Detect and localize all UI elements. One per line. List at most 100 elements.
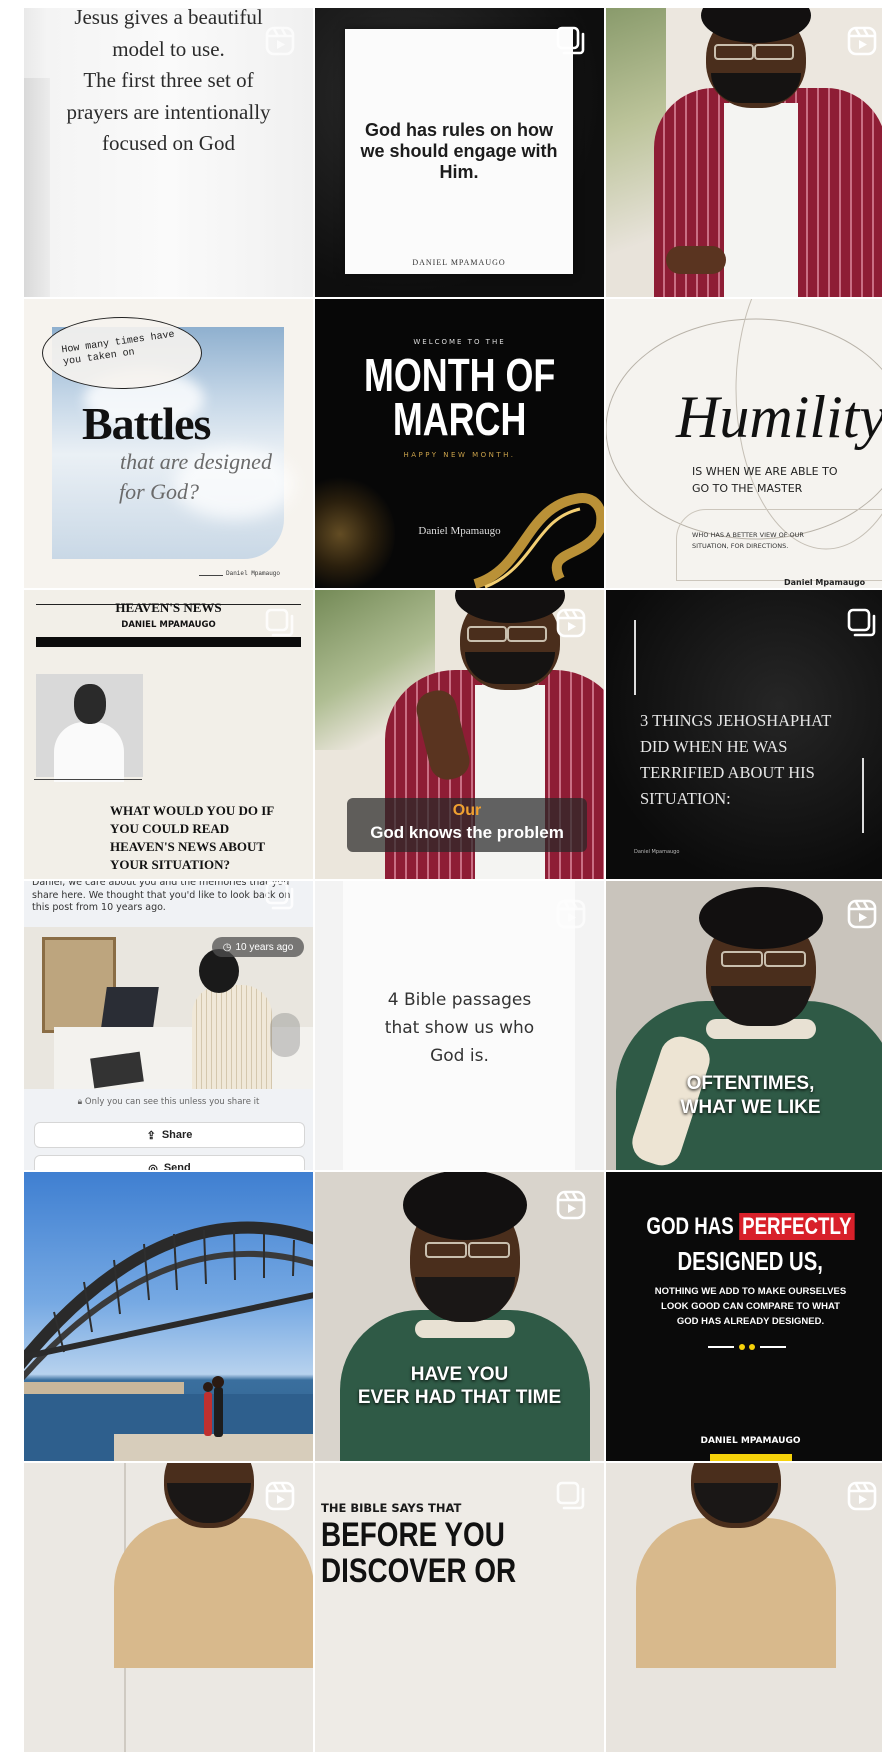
dot bbox=[749, 1344, 755, 1350]
post-tile-god-has-rules[interactable]: God has rules on how we should engage wi… bbox=[315, 8, 604, 297]
signature: Daniel Mpamaugo bbox=[226, 570, 281, 577]
share-button[interactable]: ⇪ Share bbox=[34, 1122, 305, 1148]
divider bbox=[760, 1346, 786, 1348]
caption-highlight: Our bbox=[452, 802, 482, 819]
post-tile-bible-passages[interactable]: 4 Bible passages that show us who God is… bbox=[315, 881, 604, 1170]
person-hair bbox=[403, 1172, 527, 1240]
post-tile-have-you[interactable]: HAVE YOU EVER HAD THAT TIME bbox=[315, 1172, 604, 1461]
carousel-icon bbox=[556, 1481, 586, 1511]
post-tile-month-of-march[interactable]: WELCOME TO THE MONTH OF MARCH HAPPY NEW … bbox=[315, 299, 604, 588]
subtitle: HAPPY NEW MONTH. bbox=[403, 451, 516, 459]
dot bbox=[739, 1344, 745, 1350]
glasses bbox=[764, 951, 806, 967]
post-tile-jehoshaphat[interactable]: 3 THINGS JEHOSHAPHAT DID WHEN HE WAS TER… bbox=[606, 590, 882, 879]
shirt bbox=[54, 722, 124, 782]
headline-battles: Battles bbox=[82, 398, 211, 449]
subline: for God? bbox=[119, 479, 200, 504]
person-back bbox=[192, 985, 272, 1089]
hand bbox=[666, 246, 726, 274]
lock-icon: 🔒︎ bbox=[77, 1097, 83, 1107]
memory-photo[interactable]: ◷ 10 years ago bbox=[24, 927, 313, 1089]
caption-text: WHAT WE LIKE bbox=[680, 1097, 821, 1118]
author-signature: DANIEL MPAMAUGO bbox=[412, 258, 506, 267]
body-text: NOTHING WE ADD TO MAKE OURSELVES LOOK GO… bbox=[654, 1286, 847, 1327]
reel-icon bbox=[847, 899, 877, 929]
privacy-note: 🔒︎ Only you can see this unless you shar… bbox=[77, 1097, 260, 1107]
post-tile-jesus-model[interactable]: Jesus gives a beautiful model to use. Th… bbox=[24, 8, 313, 297]
small-text: WHO HAS A BETTER VIEW OF OUR bbox=[692, 531, 804, 539]
post-text: 4 Bible passages that show us who God is… bbox=[384, 990, 535, 1066]
reel-icon bbox=[265, 26, 295, 56]
question: WHAT WOULD YOU DO IF YOU COULD READ HEAV… bbox=[110, 803, 275, 872]
signature: Daniel Mpamaugo bbox=[634, 849, 680, 855]
post-tile-oftentimes[interactable]: OFTENTIMES, WHAT WE LIKE bbox=[606, 881, 882, 1170]
subline: GO TO THE MASTER bbox=[692, 482, 803, 495]
post-tile-battles[interactable]: How many times have you taken on Battles… bbox=[24, 299, 313, 588]
bridge-photo bbox=[24, 1221, 313, 1461]
post-tile-perfectly-designed[interactable]: GOD HAS PERFECTLY DESIGNED US, NOTHING W… bbox=[606, 1172, 882, 1461]
title-line: MONTH OF bbox=[363, 349, 556, 401]
post-tile-harbour-bridge[interactable] bbox=[24, 1172, 313, 1461]
next-arrow-button[interactable] bbox=[270, 1013, 300, 1057]
signature: DANIEL MPAMAUGO bbox=[700, 1436, 801, 1446]
headline-line: GOD HAS PERFECTLY bbox=[606, 1212, 882, 1242]
subline: IS WHEN WE ARE ABLE TO bbox=[692, 465, 838, 478]
rule-thick bbox=[36, 637, 301, 647]
send-button[interactable]: ◎ Send bbox=[34, 1155, 305, 1170]
sweater bbox=[636, 1518, 836, 1668]
glasses bbox=[425, 1242, 467, 1258]
clock-icon: ◷ bbox=[222, 941, 232, 953]
title-line: MARCH bbox=[392, 393, 527, 445]
sweater bbox=[114, 1518, 313, 1668]
kicker-text: THE BIBLE SAYS THAT bbox=[321, 1501, 462, 1515]
reel-icon bbox=[556, 1190, 586, 1220]
glasses bbox=[507, 626, 547, 642]
post-tile-humility[interactable]: Humility IS WHEN WE ARE ABLE TO GO TO TH… bbox=[606, 299, 882, 588]
divider bbox=[708, 1346, 734, 1348]
yellow-bar bbox=[710, 1454, 792, 1461]
divider bbox=[199, 575, 223, 576]
headline-line: BEFORE YOU bbox=[321, 1516, 505, 1554]
post-tile-memory[interactable]: Daniel, we care about you and the memori… bbox=[24, 881, 313, 1170]
caption-text: OFTENTIMES, bbox=[686, 1073, 815, 1094]
time-ago-pill: ◷ 10 years ago bbox=[212, 937, 304, 957]
rule bbox=[34, 779, 142, 780]
small-text: SITUATION, FOR DIRECTIONS. bbox=[692, 542, 789, 550]
reel-icon bbox=[847, 1481, 877, 1511]
collar bbox=[415, 1320, 515, 1338]
headline-line: DISCOVER OR bbox=[321, 1552, 517, 1590]
reel-icon bbox=[556, 899, 586, 929]
carousel-icon bbox=[556, 26, 586, 56]
post-tile-video-tan-sweater[interactable] bbox=[24, 1463, 313, 1752]
post-tile-god-knows[interactable]: Our God knows the problem bbox=[315, 590, 604, 879]
portrait-photo bbox=[36, 674, 143, 782]
caption-text: God knows the problem bbox=[370, 823, 564, 842]
glasses bbox=[754, 44, 794, 60]
post-text: 3 THINGS JEHOSHAPHAT DID WHEN HE WAS TER… bbox=[640, 711, 832, 808]
glasses bbox=[721, 951, 763, 967]
headline-humility: Humility bbox=[676, 384, 882, 450]
post-tile-video-tan-sweater-2[interactable] bbox=[606, 1463, 882, 1752]
reel-icon bbox=[847, 26, 877, 56]
messenger-icon: ◎ bbox=[148, 1162, 158, 1171]
carousel-icon bbox=[847, 608, 877, 638]
share-icon: ⇪ bbox=[146, 1129, 156, 1142]
carousel-icon bbox=[265, 608, 295, 638]
post-tile-heavens-news[interactable]: HEAVEN'S NEWS DANIEL MPAMAUGO WHAT WOULD… bbox=[24, 590, 313, 879]
reel-icon bbox=[265, 1481, 295, 1511]
accent-line bbox=[862, 758, 864, 833]
glasses bbox=[714, 44, 754, 60]
white-shirt bbox=[724, 103, 798, 297]
laptop bbox=[101, 987, 159, 1027]
post-tile-video-red-jacket[interactable] bbox=[606, 8, 882, 297]
quote-text: God has rules on how we should engage wi… bbox=[360, 120, 558, 182]
caption-text: HAVE YOU bbox=[410, 1364, 509, 1385]
glasses bbox=[468, 1242, 510, 1258]
caption-text: EVER HAD THAT TIME bbox=[357, 1387, 562, 1408]
reel-icon bbox=[556, 608, 586, 638]
person-hair bbox=[699, 887, 823, 949]
carousel-icon bbox=[265, 881, 295, 911]
headline-line: DESIGNED US, bbox=[677, 1246, 824, 1276]
glasses bbox=[467, 626, 507, 642]
post-tile-bible-says[interactable]: THE BIBLE SAYS THAT BEFORE YOU DISCOVER … bbox=[315, 1463, 604, 1752]
